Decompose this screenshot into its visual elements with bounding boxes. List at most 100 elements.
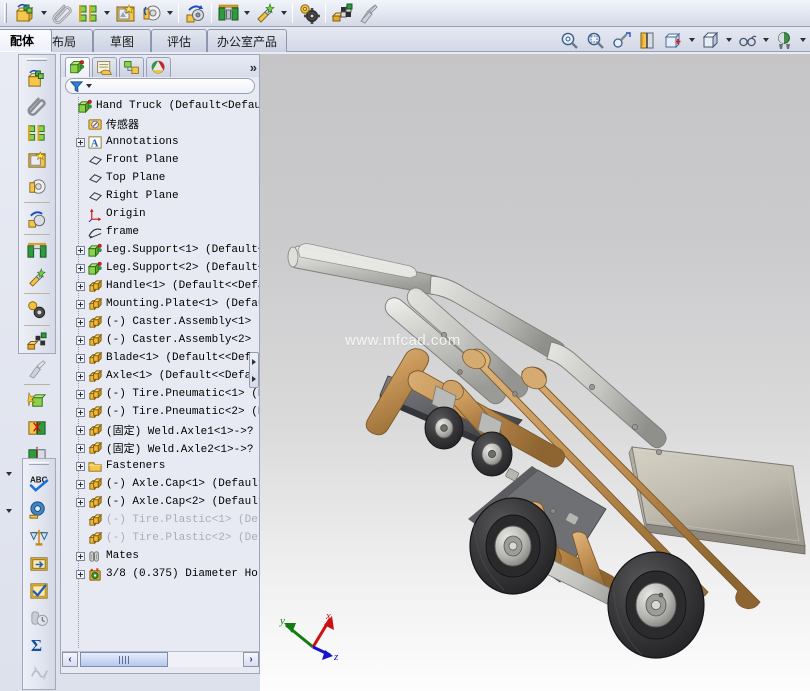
appearance-dropdown-arrow[interactable] xyxy=(797,28,808,52)
new-document-button[interactable] xyxy=(12,1,38,25)
tree-expand-toggle[interactable] xyxy=(76,137,85,147)
feature-manager-tab[interactable] xyxy=(65,57,90,77)
rebuild-button[interactable] xyxy=(22,205,52,232)
mate-button[interactable] xyxy=(75,1,101,25)
view-orientation-dropdown-arrow[interactable] xyxy=(686,28,697,52)
tree-node-tire-plastic-1[interactable]: (-) Tire.Plastic<1> (Defa xyxy=(62,511,259,529)
tree-node-fasteners[interactable]: Fasteners xyxy=(62,457,259,475)
tree-expand-toggle[interactable] xyxy=(76,371,85,381)
assembly-feature-button[interactable] xyxy=(22,387,52,414)
tree-node-mates[interactable]: Mates xyxy=(62,547,259,565)
attach-paperclip-button[interactable] xyxy=(49,1,75,25)
tree-expand-toggle[interactable] xyxy=(76,299,85,309)
tree-node-blade-1[interactable]: Blade<1> (Default<<Defaul xyxy=(62,349,259,367)
tree-horizontal-scrollbar[interactable]: ‹ › xyxy=(62,651,259,667)
hand-truck-model[interactable] xyxy=(260,54,810,691)
measure-tool-button[interactable] xyxy=(355,1,381,25)
zoom-in-out-button[interactable] xyxy=(608,28,634,52)
tree-expand-toggle[interactable] xyxy=(76,281,85,291)
tree-node-axle-1[interactable]: Axle<1> (Default<<Default xyxy=(62,367,259,385)
move-component-dropdown-arrow[interactable] xyxy=(164,1,175,25)
hide-component-button[interactable] xyxy=(22,414,52,441)
equations-button[interactable]: Σ xyxy=(24,631,54,658)
section-properties-button[interactable] xyxy=(24,550,54,577)
tree-node-tire-plastic-2[interactable]: (-) Tire.Plastic<2> (Defa xyxy=(62,529,259,547)
tree-node-frame[interactable]: frame xyxy=(62,223,259,241)
tree-node-tire-pneumatic-2[interactable]: (-) Tire.Pneumatic<2> (De xyxy=(62,403,259,421)
tree-node-leg-support-2[interactable]: Leg.Support<2> (Default<S xyxy=(62,259,259,277)
tab-assembly[interactable]: 配体 xyxy=(0,29,52,52)
toolbar-grip[interactable] xyxy=(3,3,10,23)
scroll-right-button[interactable]: › xyxy=(243,652,259,667)
tab-office-products[interactable]: 办公室产品 xyxy=(207,29,287,52)
tree-node-axle-cap-2[interactable]: (-) Axle.Cap<2> (Default< xyxy=(62,493,259,511)
measure-tool-button[interactable] xyxy=(22,355,52,382)
tree-expand-toggle[interactable] xyxy=(76,335,85,345)
tab-evaluate[interactable]: 评估 xyxy=(151,29,207,52)
tree-expand-toggle[interactable] xyxy=(76,497,85,507)
left-toolbar-overflow-arrow[interactable] xyxy=(3,468,15,480)
feature-tree[interactable]: Hand Truck (Default<Default_ 传感器 A Annotati… xyxy=(62,97,259,649)
smart-fasteners-dropdown-arrow[interactable] xyxy=(278,1,289,25)
scroll-thumb[interactable] xyxy=(80,652,168,667)
new-document-button[interactable] xyxy=(22,65,52,92)
smart-fasteners-button[interactable] xyxy=(252,1,278,25)
zoom-to-area-button[interactable] xyxy=(582,28,608,52)
tree-node-origin[interactable]: Origin xyxy=(62,205,259,223)
scroll-left-button[interactable]: ‹ xyxy=(62,652,78,667)
spell-check-button[interactable]: ABC xyxy=(24,469,54,496)
filter-dropdown-arrow[interactable] xyxy=(86,84,92,88)
exploded-view-button[interactable] xyxy=(215,1,241,25)
mate-dropdown-arrow[interactable] xyxy=(101,1,112,25)
interference-detection-button[interactable] xyxy=(329,1,355,25)
design-table-button[interactable] xyxy=(24,685,54,691)
hide-show-items-button[interactable] xyxy=(734,28,760,52)
tree-expand-toggle[interactable] xyxy=(76,389,85,399)
section-view-button[interactable] xyxy=(634,28,660,52)
tree-expand-toggle[interactable] xyxy=(76,263,85,273)
graphics-viewport[interactable]: www.mfcad.com x y z xyxy=(260,54,810,691)
tree-node-hole-series[interactable]: 3/8 (0.375) Diameter Hole xyxy=(62,565,259,583)
hide-show-items-dropdown-arrow[interactable] xyxy=(760,28,771,52)
tree-node-right-plane[interactable]: Right Plane xyxy=(62,187,259,205)
tree-expand-toggle[interactable] xyxy=(76,353,85,363)
tree-expand-toggle[interactable] xyxy=(76,245,85,255)
tree-expand-toggle[interactable] xyxy=(76,407,85,417)
check-button[interactable] xyxy=(24,577,54,604)
display-style-dropdown-arrow[interactable] xyxy=(723,28,734,52)
panel-splitter-handle[interactable] xyxy=(249,352,259,388)
tree-expand-toggle[interactable] xyxy=(76,479,85,489)
display-manager-tab[interactable] xyxy=(146,57,171,77)
tree-expand-toggle[interactable] xyxy=(76,551,85,561)
performance-evaluation-button[interactable] xyxy=(24,604,54,631)
tree-node-caster-assembly-1[interactable]: (-) Caster.Assembly<1> (D xyxy=(62,313,259,331)
smart-fasteners-button[interactable] xyxy=(22,264,52,291)
exploded-view-button[interactable] xyxy=(22,237,52,264)
deviation-analysis-button[interactable] xyxy=(24,658,54,685)
tree-node-front-plane[interactable]: Front Plane xyxy=(62,151,259,169)
gear-options-button[interactable] xyxy=(22,296,52,323)
tree-node-annotations[interactable]: A Annotations xyxy=(62,133,259,151)
mate-button[interactable] xyxy=(22,119,52,146)
configuration-manager-tab[interactable] xyxy=(119,57,144,77)
rebuild-button[interactable] xyxy=(182,1,208,25)
tree-node-tire-pneumatic-1[interactable]: (-) Tire.Pneumatic<1> (De xyxy=(62,385,259,403)
tree-node-leg-support-1[interactable]: Leg.Support<1> (Default<S xyxy=(62,241,259,259)
property-manager-tab[interactable] xyxy=(92,57,117,77)
interference-detection-button[interactable] xyxy=(22,328,52,355)
component-preview-button[interactable] xyxy=(22,146,52,173)
new-document-dropdown-arrow[interactable] xyxy=(38,1,49,25)
left-toolbar-grip[interactable] xyxy=(27,57,47,64)
tree-node-handle-1[interactable]: Handle<1> (Default<<Defau xyxy=(62,277,259,295)
left-toolbar-lower-grip[interactable] xyxy=(29,461,49,468)
tree-expand-toggle[interactable] xyxy=(76,569,85,579)
gear-options-button[interactable] xyxy=(296,1,322,25)
tree-node-sensors[interactable]: 传感器 xyxy=(62,115,259,133)
attach-paperclip-button[interactable] xyxy=(22,92,52,119)
display-style-button[interactable] xyxy=(697,28,723,52)
tree-node-weld-axle1[interactable]: (固定) Weld.Axle1<1>->? ( xyxy=(62,421,259,439)
left-toolbar-overflow-arrow-2[interactable] xyxy=(3,505,15,517)
tab-sketch[interactable]: 草图 xyxy=(93,29,151,52)
tree-node-mounting-plate-1[interactable]: Mounting.Plate<1> (Defaul xyxy=(62,295,259,313)
mass-properties-button[interactable] xyxy=(24,523,54,550)
